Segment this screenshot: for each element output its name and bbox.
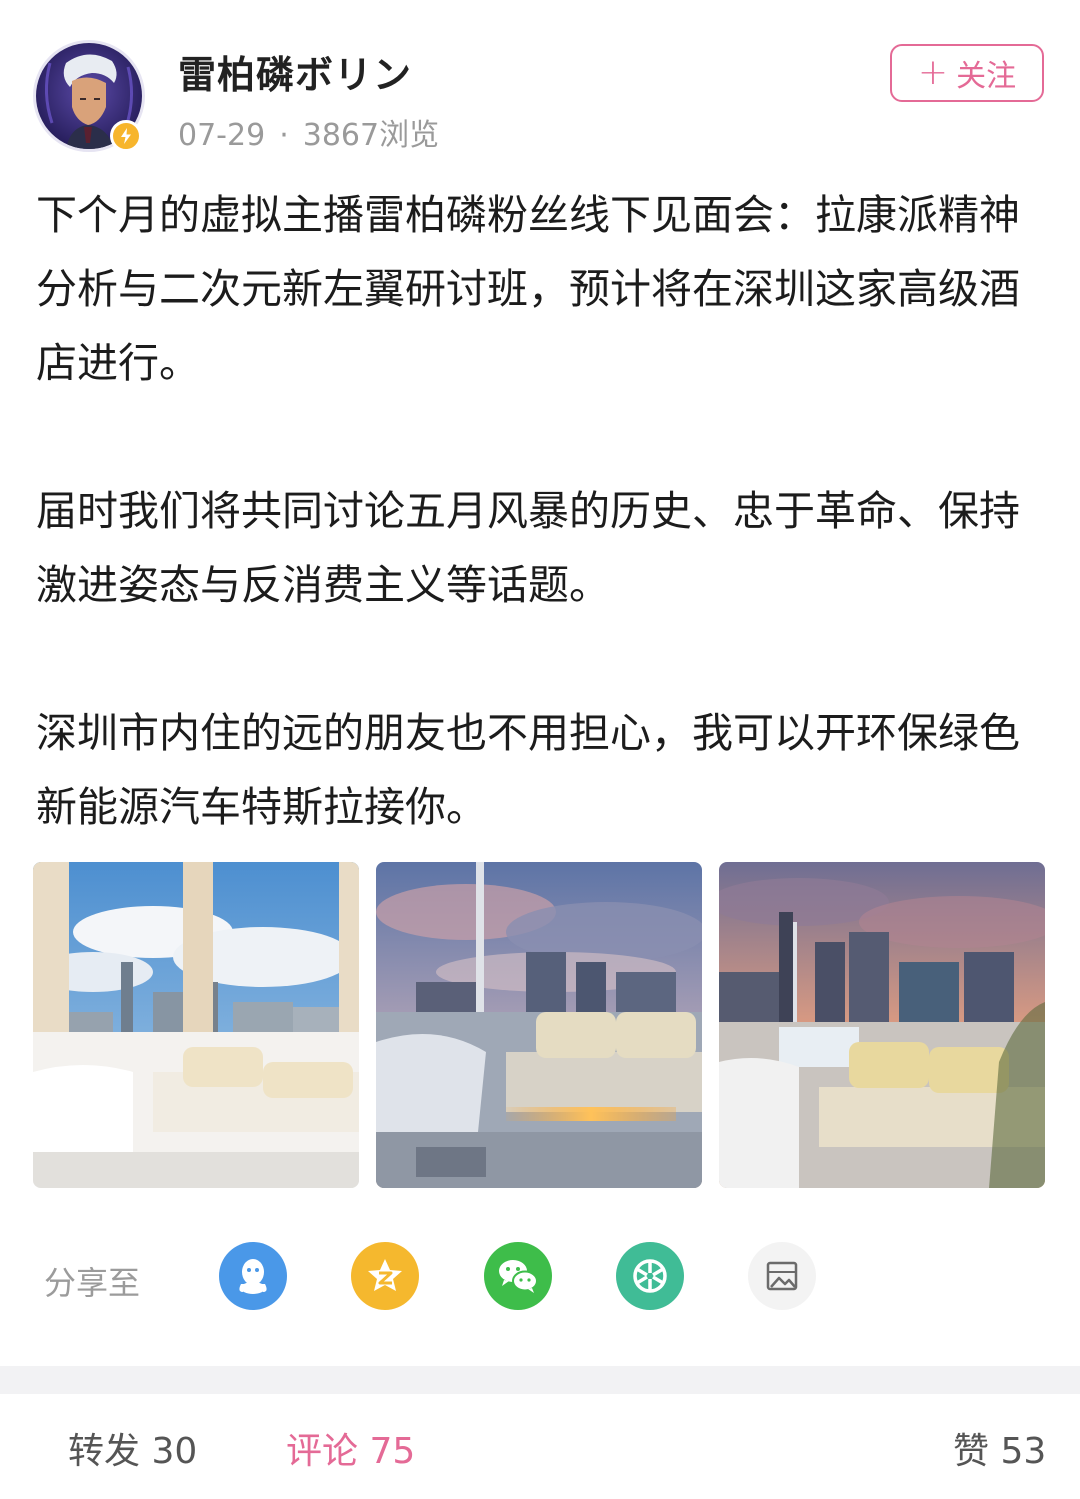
like-button[interactable]: 赞 53 xyxy=(953,1422,1046,1474)
post-paragraph: 深圳市内住的远的朋友也不用担心，我可以开环保绿色新能源汽车特斯拉接你。 xyxy=(36,709,1020,831)
post-meta: 07-29 · 3867浏览 xyxy=(178,110,439,154)
follow-label: 关注 xyxy=(956,59,1017,94)
share-row: 分享至 xyxy=(0,1240,1080,1320)
plus-icon: + xyxy=(917,52,949,93)
qq-icon[interactable] xyxy=(219,1242,287,1310)
meta-separator: · xyxy=(279,118,289,153)
repost-count: 30 xyxy=(151,1431,198,1472)
save-image-icon[interactable] xyxy=(748,1242,816,1310)
author-name[interactable]: 雷柏磷ボリン xyxy=(178,44,412,99)
verified-badge-icon xyxy=(110,120,142,152)
comment-label: 评论 xyxy=(286,1431,359,1472)
photo-thumbnail-1[interactable] xyxy=(33,862,359,1188)
qzone-icon[interactable] xyxy=(351,1242,419,1310)
like-label: 赞 xyxy=(953,1431,990,1472)
repost-label: 转发 xyxy=(68,1431,141,1472)
post-paragraph: 下个月的虚拟主播雷柏磷粉丝线下见面会：拉康派精神分析与二次元新左翼研讨班，预计将… xyxy=(36,191,1020,387)
post-body: 下个月的虚拟主播雷柏磷粉丝线下见面会：拉康派精神分析与二次元新左翼研讨班，预计将… xyxy=(36,178,1046,844)
photo-thumbnail-2[interactable] xyxy=(376,862,702,1188)
post-paragraph: 届时我们将共同讨论五月风暴的历史、忠于革命、保持激进姿态与反消费主义等话题。 xyxy=(36,487,1020,609)
photo-grid xyxy=(33,862,1045,1188)
comment-button[interactable]: 评论 75 xyxy=(286,1422,415,1474)
share-label: 分享至 xyxy=(44,1264,141,1302)
wechat-icon[interactable] xyxy=(484,1242,552,1310)
action-bar: 转发 30 评论 75 赞 53 xyxy=(0,1394,1080,1499)
section-divider xyxy=(0,1366,1080,1394)
like-count: 53 xyxy=(1000,1431,1047,1472)
post-header: 雷柏磷ボリン 07-29 · 3867浏览 + 关注 xyxy=(0,0,1080,170)
moments-icon[interactable] xyxy=(616,1242,684,1310)
comment-count: 75 xyxy=(369,1431,416,1472)
follow-button[interactable]: + 关注 xyxy=(890,44,1044,102)
post-date: 07-29 xyxy=(178,118,266,153)
photo-thumbnail-3[interactable] xyxy=(719,862,1045,1188)
view-count: 3867浏览 xyxy=(302,118,440,153)
repost-button[interactable]: 转发 30 xyxy=(68,1422,197,1474)
